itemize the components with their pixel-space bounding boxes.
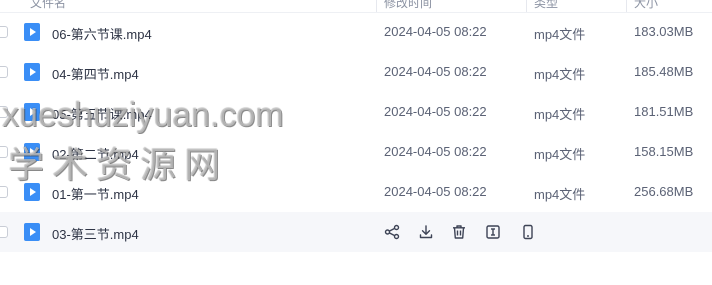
file-name[interactable]: 02-第二节.mp4 bbox=[52, 144, 139, 163]
file-modified: 2024-04-05 08:22 bbox=[384, 24, 487, 39]
row-checkbox[interactable] bbox=[0, 226, 8, 238]
column-header-size[interactable]: 大小 bbox=[634, 0, 658, 11]
column-divider[interactable] bbox=[376, 0, 377, 12]
file-modified: 2024-04-05 08:22 bbox=[384, 144, 487, 159]
file-row[interactable]: 01-第一节.mp4 2024-04-05 08:22 mp4文件 256.68… bbox=[0, 172, 712, 212]
file-row[interactable]: 04-第四节.mp4 2024-04-05 08:22 mp4文件 185.48… bbox=[0, 52, 712, 92]
video-file-icon bbox=[24, 63, 40, 81]
column-divider[interactable] bbox=[626, 0, 627, 12]
file-name[interactable]: 03-第三节.mp4 bbox=[52, 224, 139, 243]
file-type: mp4文件 bbox=[534, 147, 586, 162]
file-modified: 2024-04-05 08:22 bbox=[384, 64, 487, 79]
rename-icon[interactable] bbox=[485, 224, 501, 240]
file-size: 158.15MB bbox=[634, 144, 694, 159]
file-row[interactable]: 03-第三节.mp4 bbox=[0, 212, 712, 252]
file-modified: 2024-04-05 08:22 bbox=[384, 104, 487, 119]
video-file-icon bbox=[24, 23, 40, 41]
mobile-icon[interactable] bbox=[520, 224, 536, 240]
file-type: mp4文件 bbox=[534, 67, 586, 82]
file-size: 181.51MB bbox=[634, 104, 694, 119]
file-name[interactable]: 01-第一节.mp4 bbox=[52, 184, 139, 203]
file-name[interactable]: 06-第六节课.mp4 bbox=[52, 24, 152, 43]
row-checkbox[interactable] bbox=[0, 146, 8, 158]
column-header-name[interactable]: 文件名 bbox=[30, 0, 66, 11]
column-header-type[interactable]: 类型 bbox=[534, 0, 558, 11]
row-checkbox[interactable] bbox=[0, 26, 8, 38]
file-row[interactable]: 02-第二节.mp4 2024-04-05 08:22 mp4文件 158.15… bbox=[0, 132, 712, 172]
file-row[interactable]: 05-第五节课.mp4 2024-04-05 08:22 mp4文件 181.5… bbox=[0, 92, 712, 132]
row-checkbox[interactable] bbox=[0, 186, 8, 198]
file-size: 256.68MB bbox=[634, 184, 694, 199]
file-type: mp4文件 bbox=[534, 107, 586, 122]
video-file-icon bbox=[24, 223, 40, 241]
file-modified: 2024-04-05 08:22 bbox=[384, 184, 487, 199]
column-header-modified[interactable]: 修改时间 bbox=[384, 0, 432, 11]
column-divider[interactable] bbox=[526, 0, 527, 12]
share-icon[interactable] bbox=[384, 224, 400, 240]
row-checkbox[interactable] bbox=[0, 106, 8, 118]
file-type: mp4文件 bbox=[534, 187, 586, 202]
file-type: mp4文件 bbox=[534, 27, 586, 42]
file-name[interactable]: 04-第四节.mp4 bbox=[52, 64, 139, 83]
file-name[interactable]: 05-第五节课.mp4 bbox=[52, 104, 152, 123]
video-file-icon bbox=[24, 103, 40, 121]
file-size: 185.48MB bbox=[634, 64, 694, 79]
file-row[interactable]: 06-第六节课.mp4 2024-04-05 08:22 mp4文件 183.0… bbox=[0, 12, 712, 52]
video-file-icon bbox=[24, 183, 40, 201]
delete-icon[interactable] bbox=[451, 224, 467, 240]
download-icon[interactable] bbox=[418, 224, 434, 240]
file-size: 183.03MB bbox=[634, 24, 694, 39]
video-file-icon bbox=[24, 143, 40, 161]
row-checkbox[interactable] bbox=[0, 66, 8, 78]
